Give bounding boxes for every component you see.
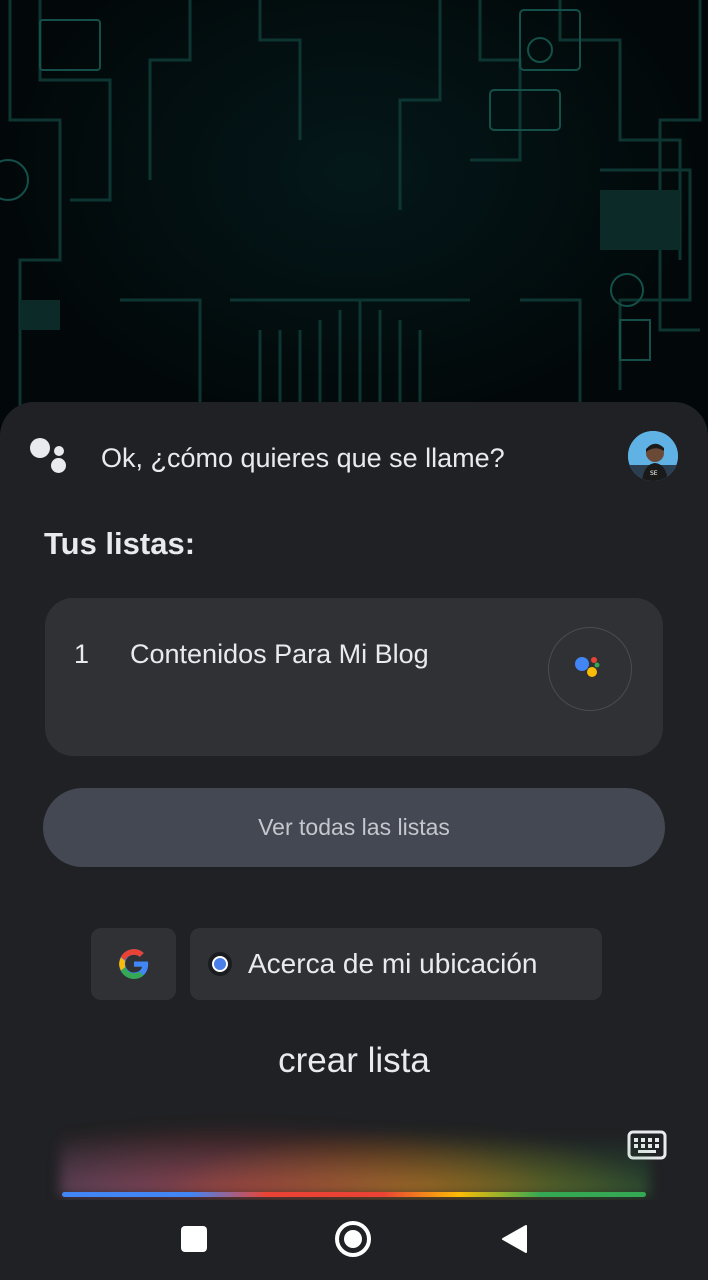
back-icon-shape xyxy=(502,1225,527,1253)
assistant-prompt: Ok, ¿cómo quieres que se llame? xyxy=(101,443,505,473)
user-avatar[interactable]: SE xyxy=(628,431,678,481)
location-dot-icon xyxy=(208,952,232,976)
listening-glow xyxy=(60,1100,650,1196)
circuit-wallpaper-art xyxy=(0,0,702,430)
google-g-icon xyxy=(118,949,148,979)
spoken-query-text: crear lista xyxy=(278,1041,430,1080)
list-item-name: Contenidos Para Mi Blog xyxy=(130,639,429,669)
back-triangle-icon[interactable] xyxy=(500,1224,528,1254)
avatar-photo-icon: SE xyxy=(628,431,678,481)
listening-color-bar xyxy=(62,1192,646,1197)
list-assistant-button[interactable] xyxy=(548,627,632,711)
svg-text:SE: SE xyxy=(650,470,658,477)
lists-title: Tus listas: xyxy=(44,526,196,561)
recents-square-icon[interactable] xyxy=(181,1226,207,1252)
google-search-chip[interactable] xyxy=(91,928,176,1000)
location-suggestion-label: Acerca de mi ubicación xyxy=(248,948,538,979)
home-circle-icon[interactable] xyxy=(335,1221,371,1257)
wallpaper xyxy=(0,0,708,430)
google-assistant-color-icon xyxy=(574,656,599,677)
google-assistant-icon xyxy=(30,438,72,478)
list-item-index: 1 xyxy=(74,639,90,669)
view-all-lists-button[interactable]: Ver todas las listas xyxy=(43,788,665,867)
